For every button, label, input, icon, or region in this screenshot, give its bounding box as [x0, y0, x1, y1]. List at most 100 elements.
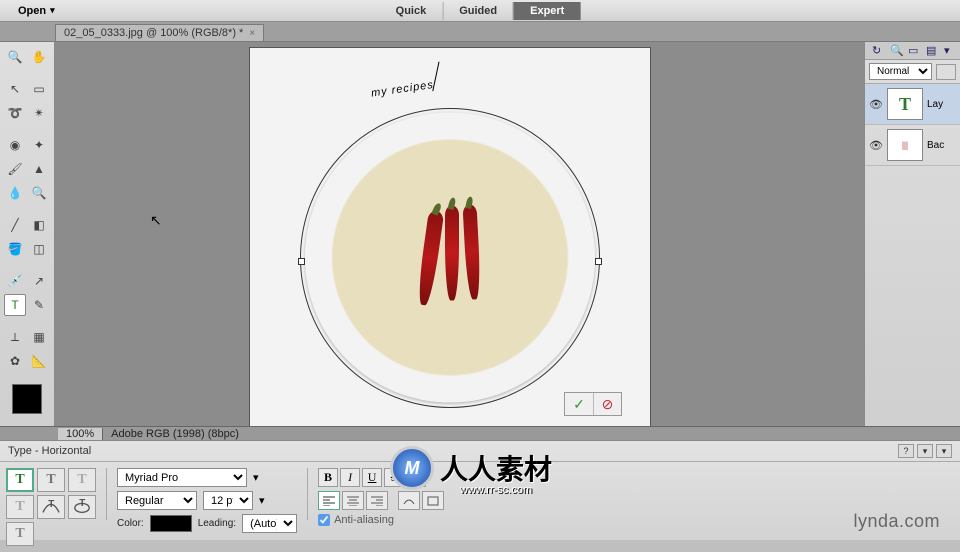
font-size-select[interactable]: 12 pt	[203, 491, 253, 510]
panel-icon-row: ↻ 🔍 ▭ ▤ ▾	[865, 42, 960, 60]
type-mask-v-icon[interactable]: T	[6, 495, 34, 519]
layers-panel: ↻ 🔍 ▭ ▤ ▾ Normal 👁 T Lay 👁 ||| Bac	[864, 42, 960, 435]
zoom-level[interactable]: 100%	[58, 428, 103, 440]
toolbox: 🔍✋ ↖▭ ➰✴ ◉✦ 🖌▲ 💧🔍 ╱◧ 🪣◫ 💉↗ T✎ ⟂▦ ✿📐	[0, 42, 55, 435]
top-menu-bar: Open Quick Guided Expert	[0, 0, 960, 22]
type-mask-h-icon[interactable]: T	[68, 468, 96, 492]
text-path-ring[interactable]	[300, 108, 600, 408]
bold-button[interactable]: B	[318, 468, 338, 487]
eraser-tool-icon[interactable]: ◧	[28, 214, 50, 236]
text-options-icon[interactable]	[422, 491, 444, 510]
help-icon[interactable]: ?	[898, 444, 914, 458]
zoom-tool-icon[interactable]: 🔍	[4, 46, 26, 68]
leading-label: Leading:	[198, 518, 236, 529]
quickselect-tool-icon[interactable]: ✴	[28, 102, 50, 124]
font-weight-select[interactable]: Regular	[117, 491, 197, 510]
path-text-value: my recipes	[370, 79, 434, 100]
svg-text:T: T	[79, 499, 85, 509]
text-orientation-grid: T T T T T T T	[6, 468, 96, 546]
move-tool-icon[interactable]: ↖	[4, 78, 26, 100]
gradient-tool-icon[interactable]: ◫	[28, 238, 50, 260]
layer-thumb[interactable]: |||	[887, 129, 923, 161]
blend-mode-select[interactable]: Normal	[869, 63, 932, 80]
layer-thumb[interactable]: T	[887, 88, 923, 120]
svg-text:T: T	[48, 499, 54, 510]
style-align-controls: B I U S Anti-aliasing	[318, 468, 444, 526]
size-arrow-icon[interactable]: ▾	[259, 494, 265, 507]
sponge-tool-icon[interactable]: 🔍	[28, 182, 50, 204]
font-controls: Myriad Pro ▾ Regular 12 pt ▾ Color: Lead…	[117, 468, 297, 533]
warp-text-icon[interactable]	[398, 491, 420, 510]
vertical-type-icon[interactable]: T	[37, 468, 65, 492]
crop-tool-icon[interactable]: ⟂	[4, 326, 26, 348]
options-menu-icon[interactable]: ▾	[917, 444, 933, 458]
horizontal-type-icon[interactable]: T	[6, 468, 34, 492]
color-swatch[interactable]	[12, 384, 42, 414]
options-collapse-icon[interactable]: ▾	[936, 444, 952, 458]
type-on-shape-icon[interactable]: T	[68, 495, 96, 519]
underline-button[interactable]: U	[362, 468, 382, 487]
mouse-cursor-icon: ↖	[150, 212, 162, 229]
mode-quick[interactable]: Quick	[380, 2, 443, 20]
document-canvas[interactable]: my recipes ✓ ⊘	[250, 48, 650, 435]
straighten-tool-icon[interactable]: 📐	[28, 350, 50, 372]
recompose-tool-icon[interactable]: ▦	[28, 326, 50, 348]
redeye-tool-icon[interactable]: ◉	[4, 134, 26, 156]
workspace-modes: Quick Guided Expert	[380, 2, 581, 20]
lasso-tool-icon[interactable]: ➰	[4, 102, 26, 124]
clone-tool-icon[interactable]: ▲	[28, 158, 50, 180]
watermark-url: www.rr-sc.com	[460, 484, 532, 496]
mode-expert[interactable]: Expert	[513, 2, 580, 20]
panel-icon[interactable]: ▭	[908, 44, 920, 56]
bucket-tool-icon[interactable]: 🪣	[4, 238, 26, 260]
eyedropper-tool-icon[interactable]: 💉	[4, 270, 26, 292]
color-profile: Adobe RGB (1998) (8bpc)	[103, 428, 247, 440]
options-title: Type - Horizontal	[8, 445, 91, 457]
marquee-tool-icon[interactable]: ▭	[28, 78, 50, 100]
type-selection-icon[interactable]: T	[6, 522, 34, 546]
panel-icon[interactable]: ↻	[872, 44, 884, 56]
blur-tool-icon[interactable]: 💧	[4, 182, 26, 204]
cancel-icon[interactable]: ⊘	[593, 393, 621, 415]
leading-select[interactable]: (Auto)	[242, 514, 297, 533]
type-tool-icon[interactable]: T	[4, 294, 26, 316]
spot-heal-tool-icon[interactable]: ✦	[28, 134, 50, 156]
document-tab[interactable]: 02_05_0333.jpg @ 100% (RGB/8*) * ×	[55, 24, 264, 41]
open-label: Open	[18, 5, 46, 17]
type-on-path-icon[interactable]: T	[37, 495, 65, 519]
commit-icon[interactable]: ✓	[565, 393, 593, 415]
italic-button[interactable]: I	[340, 468, 360, 487]
path-text[interactable]: my recipes	[368, 61, 439, 104]
paint-tool-icon[interactable]: ╱	[4, 214, 26, 236]
layer-row[interactable]: 👁 ||| Bac	[865, 125, 960, 166]
align-right-icon[interactable]	[366, 491, 388, 510]
open-menu[interactable]: Open	[0, 5, 73, 17]
pencil-tool-icon[interactable]: ✎	[28, 294, 50, 316]
document-tab-strip: 02_05_0333.jpg @ 100% (RGB/8*) * ×	[0, 22, 960, 42]
anti-alias-checkbox[interactable]	[318, 514, 330, 526]
align-left-icon[interactable]	[318, 491, 340, 510]
shape-tool-icon[interactable]: ↗	[28, 270, 50, 292]
visibility-eye-icon[interactable]: 👁	[869, 98, 883, 111]
cookie-tool-icon[interactable]: ✿	[4, 350, 26, 372]
status-bar: 100% Adobe RGB (1998) (8bpc)	[0, 426, 960, 440]
panel-icon[interactable]: 🔍	[890, 44, 902, 56]
font-arrow-icon[interactable]: ▾	[253, 471, 259, 484]
options-title-row: Type - Horizontal ? ▾ ▾	[0, 441, 960, 462]
close-tab-icon[interactable]: ×	[249, 28, 255, 39]
font-family-select[interactable]: Myriad Pro	[117, 468, 247, 487]
mode-guided[interactable]: Guided	[442, 2, 513, 20]
strike-button[interactable]: S	[384, 468, 404, 487]
panel-icon[interactable]: ▤	[926, 44, 938, 56]
main-area: 🔍✋ ↖▭ ➰✴ ◉✦ 🖌▲ 💧🔍 ╱◧ 🪣◫ 💉↗ T✎ ⟂▦ ✿📐 my r…	[0, 42, 960, 435]
panel-icon[interactable]: ▾	[944, 44, 956, 56]
align-center-icon[interactable]	[342, 491, 364, 510]
hand-tool-icon[interactable]: ✋	[28, 46, 50, 68]
layer-row[interactable]: 👁 T Lay	[865, 84, 960, 125]
color-label: Color:	[117, 518, 144, 529]
confirm-bar: ✓ ⊘	[564, 392, 622, 416]
brush-tool-icon[interactable]: 🖌	[4, 158, 26, 180]
canvas-viewport[interactable]: my recipes ✓ ⊘ ↖	[55, 42, 864, 435]
visibility-eye-icon[interactable]: 👁	[869, 139, 883, 152]
text-color-swatch[interactable]	[150, 515, 192, 532]
